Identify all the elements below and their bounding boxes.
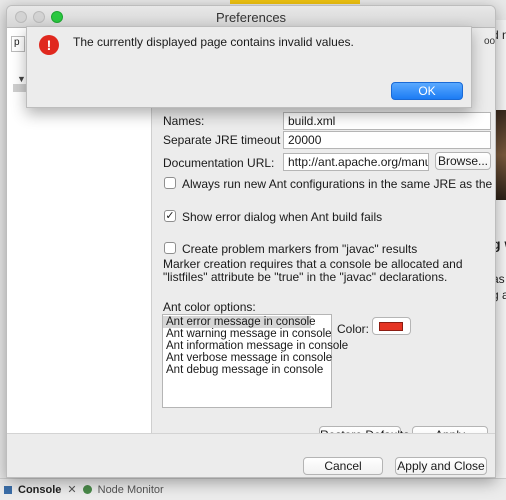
console-tab[interactable]: Console — [18, 484, 61, 496]
color-options-list[interactable]: Ant error message in console Ant warning… — [162, 314, 348, 408]
error-alert-sheet: ! The currently displayed page contains … — [26, 26, 472, 108]
color-picker-button[interactable] — [372, 317, 411, 335]
title-bar[interactable]: Preferences — [7, 6, 495, 28]
apply-and-close-button[interactable]: Apply and Close — [395, 457, 487, 475]
list-item[interactable]: Ant verbose message in console — [163, 352, 332, 364]
tree-expand-icon[interactable]: ▼ — [17, 74, 26, 84]
color-swatch — [379, 322, 403, 331]
always-run-checkbox[interactable] — [164, 177, 176, 189]
show-error-label: Show error dialog when Ant build fails — [182, 210, 383, 224]
list-item[interactable]: Ant warning message in console — [163, 328, 332, 340]
show-error-checkbox[interactable]: ✓ — [164, 210, 176, 222]
window-title: Preferences — [215, 10, 287, 25]
markers-checkbox[interactable] — [164, 242, 176, 254]
markers-label: Create problem markers from "javac" resu… — [182, 242, 418, 256]
always-run-label: Always run new Ant configurations in the… — [182, 177, 495, 191]
markers-note: Marker creation requires that a console … — [163, 257, 463, 284]
color-label: Color: — [337, 322, 370, 336]
error-exclamation-icon: ! — [39, 35, 59, 55]
doc-url-field[interactable]: http://ant.apache.org/manual — [283, 153, 429, 171]
names-label: Names: — [163, 114, 205, 128]
background-bottom-bar: Console ✕ Node Monitor — [0, 478, 506, 500]
jre-timeout-field[interactable]: 20000 — [283, 131, 491, 149]
toolbar-overflow-icon[interactable]: ooo — [484, 36, 495, 47]
node-monitor-tab[interactable]: Node Monitor — [98, 484, 164, 496]
doc-url-label: Documentation URL: — [163, 156, 275, 170]
browse-button[interactable]: Browse... — [435, 152, 491, 170]
node-monitor-icon — [82, 485, 92, 494]
dialog-footer: Cancel Apply and Close — [7, 433, 495, 477]
color-options-label: Ant color options: — [163, 300, 256, 314]
background-highlight — [230, 0, 360, 4]
list-item[interactable]: Ant information message in console — [163, 340, 348, 352]
filter-input[interactable]: p — [11, 36, 25, 52]
list-item[interactable]: Ant error message in console — [163, 316, 316, 328]
close-icon[interactable]: ✕ — [67, 483, 76, 496]
cancel-button[interactable]: Cancel — [303, 457, 383, 475]
names-field[interactable]: build.xml — [283, 112, 491, 130]
ok-button[interactable]: OK — [391, 82, 463, 100]
list-item[interactable]: Ant debug message in console — [163, 364, 331, 376]
console-icon — [4, 485, 12, 494]
alert-message: The currently displayed page contains in… — [73, 35, 354, 49]
